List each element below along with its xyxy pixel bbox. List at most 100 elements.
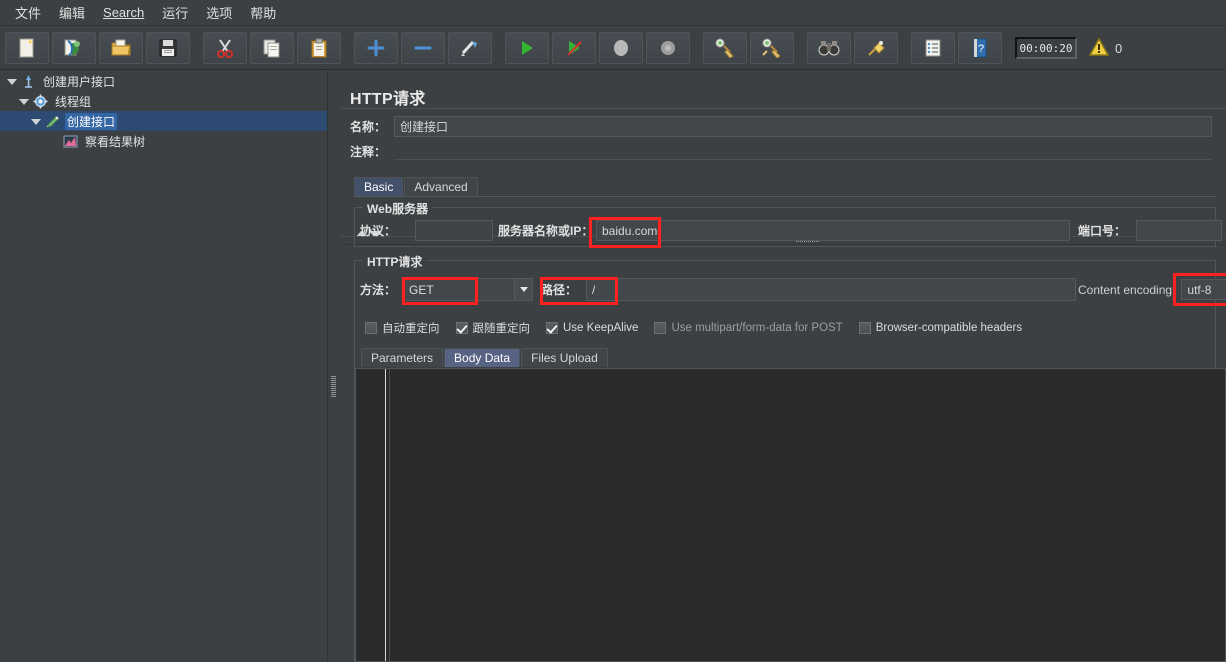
search-button[interactable]: [807, 32, 851, 64]
help-button[interactable]: ?: [958, 32, 1002, 64]
menu-help-label: 帮助: [250, 6, 277, 21]
vertical-split-divider[interactable]: [327, 71, 342, 662]
chevron-down-icon[interactable]: [18, 96, 29, 107]
stop-button[interactable]: [599, 32, 643, 64]
toolbar-separator-5: [797, 48, 807, 49]
start-button[interactable]: [505, 32, 549, 64]
clear-all-broom-icon: [761, 38, 783, 58]
protocol-label: 协议：: [360, 224, 397, 238]
clear-button[interactable]: [703, 32, 747, 64]
content-encoding-label: Content encoding:: [1078, 282, 1176, 297]
server-name-field[interactable]: baidu.com: [596, 220, 1070, 241]
menu-help[interactable]: 帮助: [241, 0, 285, 25]
menu-search-label: Search: [103, 5, 145, 20]
warning-indicator[interactable]: 0: [1088, 36, 1122, 59]
tab-files-upload[interactable]: Files Upload: [521, 348, 608, 367]
content-encoding-field[interactable]: utf-8: [1181, 279, 1226, 300]
save-button[interactable]: [146, 32, 190, 64]
checkbox-keepalive[interactable]: Use KeepAlive: [546, 322, 638, 334]
toolbar-separator-6: [901, 48, 911, 49]
tree-node-view-results-tree[interactable]: 察看结果树: [0, 131, 327, 151]
protocol-row: 协议：: [360, 220, 493, 241]
tab-basic[interactable]: Basic: [354, 177, 404, 196]
page-title: HTTP请求: [350, 91, 426, 108]
checkbox-keepalive-box[interactable]: [546, 322, 558, 334]
basic-advanced-tabstrip[interactable]: Basic Advanced: [354, 177, 479, 196]
chevron-down-icon[interactable]: [514, 279, 532, 300]
new-button[interactable]: [5, 32, 49, 64]
name-field[interactable]: 创建接口: [394, 116, 1212, 137]
path-label: 路径：: [541, 283, 578, 297]
menu-file[interactable]: 文件: [6, 0, 50, 25]
tree-node-thread-group[interactable]: 线程组: [0, 91, 327, 111]
menu-search[interactable]: Search: [94, 2, 153, 23]
protocol-field[interactable]: [415, 220, 493, 241]
menu-options[interactable]: 选项: [197, 0, 241, 25]
paste-button[interactable]: [297, 32, 341, 64]
copy-button[interactable]: [250, 32, 294, 64]
port-field[interactable]: [1136, 220, 1222, 241]
test-plan-icon: [20, 73, 37, 89]
tab-advanced[interactable]: Advanced: [404, 177, 478, 196]
comment-row: 注释：: [350, 143, 1216, 160]
plus-icon: [367, 39, 385, 57]
menu-run[interactable]: 运行: [153, 0, 197, 25]
function-helper-icon: [923, 38, 943, 58]
editor-margin-line: [389, 369, 390, 661]
tree-node-test-plan[interactable]: 创建用户接口: [0, 71, 327, 91]
chevron-down-icon[interactable]: [30, 116, 41, 127]
start-no-pauses-button[interactable]: [552, 32, 596, 64]
comment-field[interactable]: [394, 143, 1212, 160]
binoculars-search-icon: [818, 39, 840, 57]
menu-file-label: 文件: [15, 6, 42, 21]
tabstrip-underline: [354, 196, 1216, 197]
menu-bar: 文件 编辑 Search 运行 选项 帮助: [0, 0, 1226, 26]
reset-search-button[interactable]: [854, 32, 898, 64]
chevron-down-icon[interactable]: [6, 76, 17, 87]
cut-button[interactable]: [203, 32, 247, 64]
toggle-button[interactable]: [448, 32, 492, 64]
menu-edit[interactable]: 编辑: [50, 0, 94, 25]
toggle-icon: [460, 38, 480, 58]
collapse-button[interactable]: [401, 32, 445, 64]
checkbox-browser-compatible-headers[interactable]: Browser-compatible headers: [858, 322, 1022, 334]
body-data-text[interactable]: [396, 371, 1223, 659]
shutdown-button[interactable]: [646, 32, 690, 64]
tree-node-view-results-tree-label: 察看结果树: [85, 134, 146, 149]
method-combo[interactable]: GET: [402, 278, 533, 301]
tree-node-test-plan-label: 创建用户接口: [43, 74, 116, 89]
tab-parameters[interactable]: Parameters: [361, 348, 444, 367]
split-grip[interactable]: [331, 376, 336, 398]
clear-all-button[interactable]: [750, 32, 794, 64]
stop-icon: [611, 38, 631, 58]
checkbox-follow-redirect[interactable]: 跟随重定向: [455, 320, 530, 336]
body-tabstrip[interactable]: Parameters Body Data Files Upload: [361, 348, 609, 367]
test-plan-tree[interactable]: 创建用户接口 线程组 创建接口 察看结果树: [0, 71, 327, 662]
checkbox-auto-redirect-box[interactable]: [365, 322, 377, 334]
minus-icon: [414, 39, 432, 57]
checkbox-browser-compatible-headers-box[interactable]: [858, 322, 871, 334]
function-helper-button[interactable]: [911, 32, 955, 64]
toolbar: ? 00:00:20 0: [0, 27, 1226, 70]
open-button[interactable]: [99, 32, 143, 64]
body-data-editor[interactable]: [355, 368, 1226, 662]
open-folder-icon: [110, 38, 132, 58]
view-results-tree-icon: [62, 133, 79, 149]
checkbox-auto-redirect[interactable]: 自动重定向: [365, 320, 440, 336]
name-row: 名称： 创建接口: [350, 116, 1216, 137]
tab-body-data[interactable]: Body Data: [444, 348, 521, 367]
path-row: 路径： /: [541, 278, 1076, 301]
checkbox-multipart-box[interactable]: [654, 322, 667, 334]
start-play-icon: [518, 39, 536, 57]
warning-triangle-icon: [1088, 36, 1110, 59]
path-field[interactable]: /: [586, 278, 1076, 301]
menu-run-label: 运行: [162, 6, 189, 21]
templates-button[interactable]: [52, 32, 96, 64]
tab-basic-label: Basic: [364, 180, 394, 194]
port-row: 端口号：: [1078, 220, 1222, 241]
checkbox-follow-redirect-box[interactable]: [455, 322, 468, 334]
expand-button[interactable]: [354, 32, 398, 64]
checkbox-multipart[interactable]: Use multipart/form-data for POST: [654, 322, 843, 334]
tree-node-http-request[interactable]: 创建接口: [0, 111, 327, 131]
